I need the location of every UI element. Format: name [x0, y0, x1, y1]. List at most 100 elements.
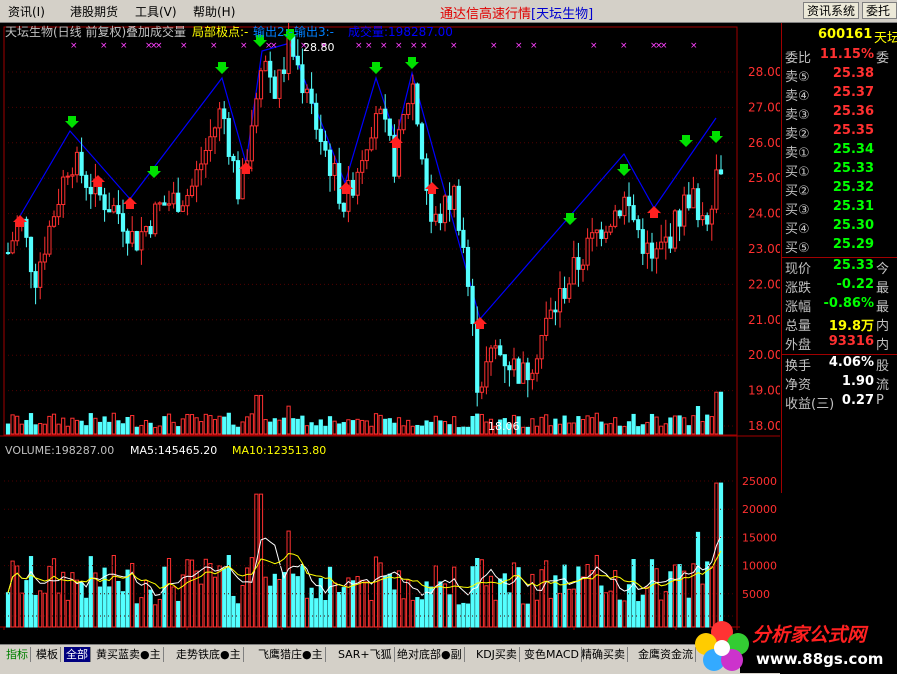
- volume-bar: [33, 594, 38, 628]
- tab-3[interactable]: 黄买蓝卖●主: [94, 647, 164, 662]
- overlay-volume-bar: [700, 421, 705, 435]
- price-tick-label: 26.00: [748, 136, 780, 150]
- app-title: 通达信高速行情[天坛生物]: [440, 7, 594, 22]
- date-tick-label: 2010年: [6, 628, 45, 630]
- volume-tick-label: 15000: [742, 531, 777, 544]
- overlay-volume-bar: [245, 416, 250, 435]
- volume-bar: [433, 565, 438, 628]
- volume-bar: [291, 573, 296, 628]
- tab-4[interactable]: 走势铁底●主: [174, 647, 244, 662]
- volume-bar: [617, 599, 622, 628]
- overlay-volume-bar: [475, 413, 480, 435]
- menu-item-3[interactable]: 帮助(H): [193, 3, 235, 20]
- candle-body: [355, 171, 360, 196]
- overlay-volume-bar: [88, 413, 93, 435]
- signal-cross-icon: ×: [240, 41, 248, 51]
- volume-bar: [521, 603, 526, 628]
- candle-body: [212, 127, 218, 138]
- tab-10[interactable]: 精确买卖: [579, 647, 628, 662]
- overlay-volume-bar: [33, 424, 38, 435]
- tab-2[interactable]: 全部: [64, 647, 91, 662]
- tab-8[interactable]: KDJ买卖: [474, 647, 520, 662]
- quote-row: 卖③ 25.36: [782, 104, 897, 123]
- overlay-volume-bar: [180, 418, 185, 435]
- quote-row-extra: 最: [876, 300, 890, 315]
- quote-row-label: 卖③: [785, 108, 810, 123]
- candle-body: [488, 347, 494, 363]
- signal-cross-icon: ×: [515, 41, 523, 51]
- overlay-volume-bar: [327, 416, 333, 435]
- overlay-volume-bar: [392, 422, 397, 435]
- overlay-volume-bar: [19, 423, 24, 435]
- candle-body: [585, 237, 590, 266]
- menu-item-2[interactable]: 工具(V): [135, 3, 177, 20]
- candle-body: [185, 195, 190, 207]
- candle-body: [171, 192, 176, 205]
- volume-bar: [571, 588, 576, 628]
- candle-body: [277, 69, 282, 99]
- volume-bar: [672, 564, 678, 628]
- candle-body: [42, 253, 47, 263]
- quote-row-label: 收益(三): [785, 397, 835, 412]
- candle-body: [608, 225, 613, 233]
- quote-row-value: 25.33: [832, 161, 874, 176]
- quote-row: 买⑤ 25.29: [782, 237, 897, 256]
- volume-bar: [659, 599, 664, 628]
- overlay-volume-bar: [590, 417, 595, 435]
- signal-cross-icon: ×: [180, 41, 188, 51]
- quote-row-extra: 内: [876, 338, 890, 353]
- low-price-annotation: 18.06: [488, 420, 520, 433]
- overlay-volume-bar: [470, 415, 475, 435]
- tab-5[interactable]: 飞鹰猎庄●主: [256, 647, 326, 662]
- overlay-volume-bar: [663, 423, 668, 435]
- volume-bar: [88, 556, 93, 628]
- quote-row: 卖① 25.34: [782, 142, 897, 161]
- chart-title: 天坛生物(日线 前复权): [5, 24, 126, 39]
- tab-1[interactable]: 模板: [34, 647, 61, 662]
- candle-body: [300, 64, 305, 94]
- tab-6[interactable]: SAR+飞狐: [336, 647, 395, 662]
- candle-body: [5, 252, 11, 255]
- signal-cross-icon: ×: [530, 41, 538, 51]
- tab-11[interactable]: 金鹰资金流: [636, 647, 696, 662]
- candle-body: [231, 155, 236, 162]
- volume-bar: [599, 585, 604, 628]
- candle-body: [107, 209, 112, 213]
- overlay-volume-bar: [268, 421, 273, 435]
- kline-chart[interactable]: × × × ××× × × × ×× × × × × × × × × × × × × × × ××× × 28.0027.00…: [0, 23, 780, 630]
- news-system-button[interactable]: 资讯系统: [803, 2, 860, 19]
- tab-0[interactable]: 指标: [4, 647, 31, 662]
- candle-body: [258, 70, 264, 100]
- overlay-volume-bar: [562, 415, 567, 435]
- candle-body: [534, 358, 540, 374]
- candle-body: [180, 205, 185, 212]
- overlay-volume-bar: [47, 415, 52, 435]
- overlay-volume-bar: [640, 424, 645, 435]
- overlay-volume-bar: [189, 414, 195, 435]
- quote-row-value: 25.29: [832, 237, 874, 252]
- tab-9[interactable]: 变色MACD: [522, 647, 582, 662]
- overlay-volume-bar: [465, 426, 471, 435]
- overlay-volume-bar: [148, 422, 153, 435]
- overlay-volume-bar: [548, 425, 553, 435]
- overlay-volume-bar: [199, 421, 204, 435]
- quote-row: 净资 1.90 流: [782, 374, 897, 393]
- overlay-volume-bar: [323, 425, 328, 435]
- menu-item-1[interactable]: 港股期货: [70, 3, 118, 20]
- consign-button[interactable]: 委托: [862, 2, 897, 19]
- signal-cross-icon: ×: [590, 41, 598, 51]
- candle-body: [143, 226, 149, 233]
- quote-row: 总量 19.8万内: [782, 315, 897, 334]
- quote-row-label: 买⑤: [785, 241, 810, 256]
- candle-body: [387, 118, 392, 136]
- tab-7[interactable]: 绝对底部●副: [395, 647, 465, 662]
- overlay-volume-bar: [162, 416, 167, 435]
- quote-row-label: 买④: [785, 222, 810, 237]
- candle-body: [442, 195, 448, 224]
- candle-body: [410, 83, 415, 105]
- quote-row-label: 卖⑤: [785, 70, 810, 85]
- volume-bar: [544, 560, 549, 628]
- candle-body: [10, 240, 15, 254]
- price-tick-label: 25.00: [748, 171, 780, 185]
- menu-item-0[interactable]: 资讯(I): [8, 3, 45, 20]
